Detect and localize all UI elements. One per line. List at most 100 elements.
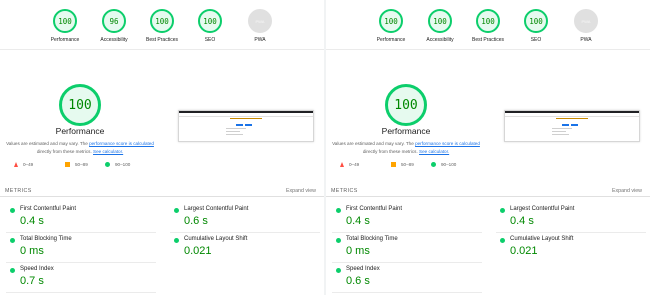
- metric-label: Cumulative Layout Shift: [184, 236, 248, 242]
- score-ring: 100: [379, 9, 403, 33]
- legend-fail: 0–49: [340, 162, 359, 167]
- score-ring: 100: [150, 9, 174, 33]
- desc-text: directly from these metrics.: [362, 149, 420, 154]
- pass-circle-icon: [336, 238, 341, 243]
- pass-circle-icon: [10, 238, 15, 243]
- performance-title: Performance: [55, 126, 105, 136]
- report-panel-right: 100 Performance 100 Accessibility 100 Be…: [326, 0, 650, 295]
- expand-view-toggle[interactable]: Expand view: [612, 188, 642, 194]
- metric-total-blocking-time: Total Blocking Time 0 ms: [336, 236, 476, 264]
- metric-speed-index: Speed Index 0.7 s: [10, 266, 150, 294]
- fail-triangle-icon: [340, 162, 344, 167]
- metric-label: First Contentful Paint: [346, 206, 403, 212]
- fail-triangle-icon: [14, 162, 18, 167]
- gauge-pwa[interactable]: PWA PWA: [230, 9, 290, 43]
- performance-title: Performance: [381, 126, 431, 136]
- final-screenshot-thumbnail[interactable]: [178, 110, 314, 142]
- pass-circle-icon: [431, 162, 436, 167]
- metric-label: Speed Index: [20, 266, 54, 272]
- see-calculator-link[interactable]: See calculator.: [419, 149, 449, 154]
- metric-label: Total Blocking Time: [20, 236, 72, 242]
- category-gauges: 100 Performance 96 Accessibility 100 Bes…: [0, 0, 324, 50]
- metric-value: 0.4 s: [20, 215, 44, 227]
- performance-summary: 100 Performance Values are estimated and…: [326, 74, 486, 184]
- desc-text: Values are estimated and may vary. The: [332, 141, 416, 146]
- pass-circle-icon: [10, 268, 15, 273]
- metrics-title: METRICS: [5, 188, 32, 194]
- category-gauges: 100 Performance 100 Accessibility 100 Be…: [326, 0, 650, 50]
- score-ring: 100: [53, 9, 77, 33]
- pass-circle-icon: [336, 208, 341, 213]
- pass-circle-icon: [10, 208, 15, 213]
- pass-circle-icon: [174, 238, 179, 243]
- metric-label: Speed Index: [346, 266, 380, 272]
- divider: [326, 196, 650, 197]
- thumbnail-button: [562, 124, 569, 126]
- metric-value: 0.4 s: [346, 215, 370, 227]
- legend-fail-label: 0–49: [23, 162, 34, 167]
- metric-label: Largest Contentful Paint: [184, 206, 249, 212]
- score-ring: 100: [198, 9, 222, 33]
- score-ring: 100: [524, 9, 548, 33]
- thumbnail-line: [552, 128, 572, 129]
- pass-circle-icon: [174, 208, 179, 213]
- legend-pass-label: 90–100: [115, 162, 131, 167]
- score-calculated-link[interactable]: performance score is calculated: [415, 141, 480, 146]
- gauge-label: PWA: [580, 37, 592, 43]
- metric-largest-contentful-paint: Largest Contentful Paint 0.4 s: [500, 206, 640, 234]
- final-screenshot-thumbnail[interactable]: [504, 110, 640, 142]
- pass-circle-icon: [105, 162, 110, 167]
- average-square-icon: [65, 162, 70, 167]
- average-square-icon: [391, 162, 396, 167]
- metric-value: 0.021: [184, 245, 212, 257]
- score-calculated-link[interactable]: performance score is calculated: [89, 141, 154, 146]
- legend-pass: 90–100: [105, 162, 130, 167]
- expand-view-toggle[interactable]: Expand view: [286, 188, 316, 194]
- thumbnail-button: [245, 124, 252, 126]
- performance-description: Values are estimated and may vary. The p…: [330, 140, 482, 156]
- divider: [6, 232, 156, 233]
- thumbnail-button: [571, 124, 578, 126]
- metric-speed-index: Speed Index 0.6 s: [336, 266, 476, 294]
- metric-value: 0.6 s: [346, 275, 370, 287]
- score-ring: 96: [102, 9, 126, 33]
- metric-first-contentful-paint: First Contentful Paint 0.4 s: [10, 206, 150, 234]
- divider: [170, 232, 320, 233]
- legend-fail-label: 0–49: [349, 162, 360, 167]
- pwa-badge-icon: PWA: [248, 9, 272, 33]
- thumbnail-header: [179, 111, 313, 113]
- score-legend: 0–49 50–89 90–100: [0, 162, 160, 172]
- divider: [496, 232, 646, 233]
- thumbnail-line: [552, 134, 569, 135]
- legend-average: 50–89: [391, 162, 414, 167]
- performance-score-gauge: 100: [59, 84, 101, 126]
- metric-largest-contentful-paint: Largest Contentful Paint 0.6 s: [174, 206, 314, 234]
- divider: [332, 262, 482, 263]
- legend-average-label: 50–89: [75, 162, 88, 167]
- thumbnail-button: [236, 124, 243, 126]
- thumbnail-header: [505, 111, 639, 113]
- metric-cumulative-layout-shift: Cumulative Layout Shift 0.021: [174, 236, 314, 264]
- metric-label: Cumulative Layout Shift: [510, 236, 574, 242]
- legend-fail: 0–49: [14, 162, 33, 167]
- divider: [332, 232, 482, 233]
- gauge-pwa[interactable]: PWA PWA: [556, 9, 616, 43]
- metric-first-contentful-paint: First Contentful Paint 0.4 s: [336, 206, 476, 234]
- legend-average: 50–89: [65, 162, 88, 167]
- thumbnail-title: [556, 118, 588, 119]
- see-calculator-link[interactable]: See calculator.: [93, 149, 123, 154]
- metric-label: Total Blocking Time: [346, 236, 398, 242]
- desc-text: Values are estimated and may vary. The: [6, 141, 90, 146]
- score-ring: 100: [476, 9, 500, 33]
- metric-value: 0.7 s: [20, 275, 44, 287]
- thumbnail-line: [552, 131, 566, 132]
- thumbnail-line: [226, 134, 243, 135]
- metric-value: 0.6 s: [184, 215, 208, 227]
- thumbnail-bar: [179, 116, 313, 117]
- metric-cumulative-layout-shift: Cumulative Layout Shift 0.021: [500, 236, 640, 264]
- pwa-badge-icon: PWA: [574, 9, 598, 33]
- legend-pass: 90–100: [431, 162, 456, 167]
- thumbnail-bar: [505, 116, 639, 117]
- gauge-label: PWA: [254, 37, 266, 43]
- divider: [6, 292, 156, 293]
